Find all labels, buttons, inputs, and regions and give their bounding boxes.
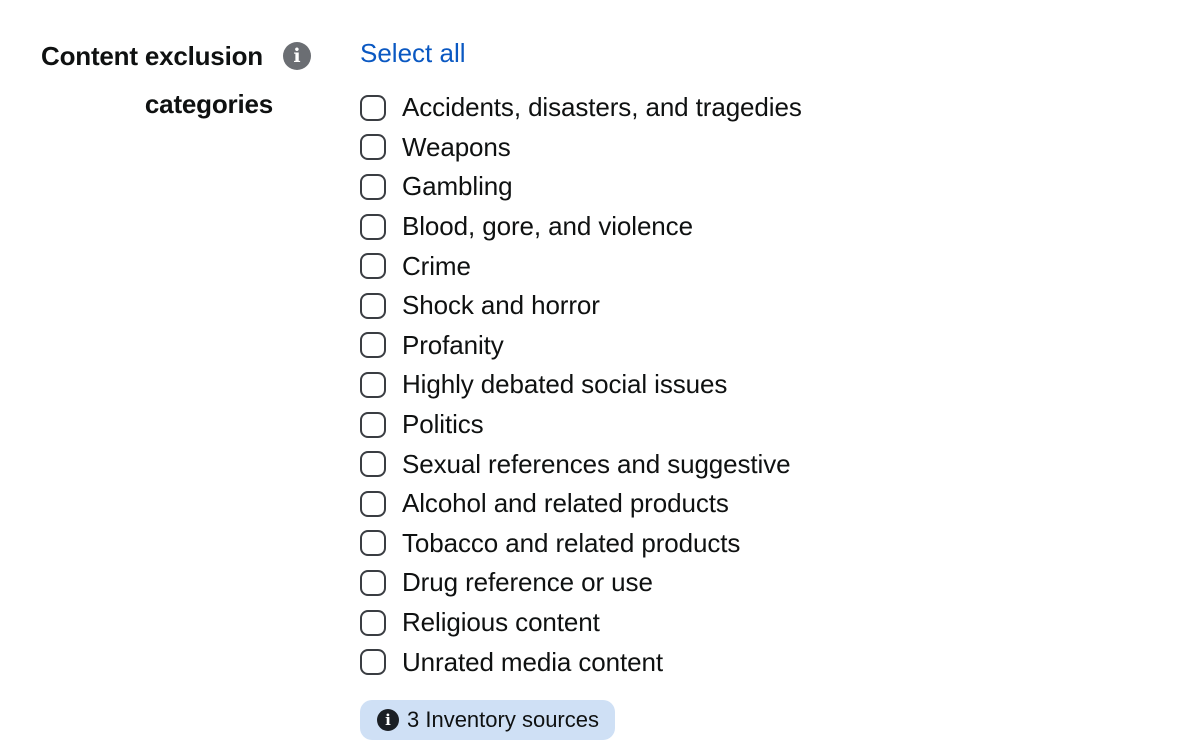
checkbox[interactable] xyxy=(360,569,386,596)
category-label: Shock and horror xyxy=(402,290,600,321)
field-label-line-1: Content exclusion i xyxy=(41,36,311,76)
category-label: Weapons xyxy=(402,131,511,162)
category-option[interactable]: Gambling xyxy=(360,167,802,207)
category-option[interactable]: Politics xyxy=(360,405,802,445)
category-label: Tobacco and related products xyxy=(402,527,741,558)
checkbox[interactable] xyxy=(360,649,386,676)
checkbox[interactable] xyxy=(360,94,386,121)
checkbox[interactable] xyxy=(360,134,386,161)
category-option[interactable]: Religious content xyxy=(360,603,802,643)
info-icon[interactable]: i xyxy=(282,42,311,70)
inventory-sources-badge[interactable]: i 3 Inventory sources xyxy=(360,700,615,740)
checkbox[interactable] xyxy=(360,292,386,319)
category-option[interactable]: Sexual references and suggestive xyxy=(360,444,802,484)
checkbox[interactable] xyxy=(360,451,386,478)
checkbox[interactable] xyxy=(360,253,386,280)
category-label: Unrated media content xyxy=(402,646,663,677)
checkbox[interactable] xyxy=(360,490,386,517)
category-option[interactable]: Drug reference or use xyxy=(360,563,802,603)
category-label: Gambling xyxy=(402,171,513,202)
checkbox[interactable] xyxy=(360,609,386,636)
select-all-link[interactable]: Select all xyxy=(360,34,466,72)
category-option[interactable]: Highly debated social issues xyxy=(360,365,802,405)
category-label: Alcohol and related products xyxy=(402,488,729,519)
category-label: Drug reference or use xyxy=(402,567,653,598)
category-checkbox-list: Accidents, disasters, and tragedies Weap… xyxy=(360,88,802,682)
category-option[interactable]: Blood, gore, and violence xyxy=(360,207,802,247)
category-label: Religious content xyxy=(402,607,600,638)
field-label-text-continued: categories xyxy=(144,88,273,119)
category-option[interactable]: Profanity xyxy=(360,326,802,366)
category-label: Crime xyxy=(402,250,471,281)
category-option[interactable]: Shock and horror xyxy=(360,286,802,326)
checkbox[interactable] xyxy=(360,411,386,438)
field-label-line-2: categories xyxy=(145,84,273,124)
category-label: Accidents, disasters, and tragedies xyxy=(402,92,802,123)
category-label: Profanity xyxy=(402,329,504,360)
category-label: Politics xyxy=(402,409,484,440)
category-option[interactable]: Crime xyxy=(360,246,802,286)
category-label: Sexual references and suggestive xyxy=(402,448,791,479)
info-icon: i xyxy=(377,709,399,731)
category-label: Blood, gore, and violence xyxy=(402,211,693,242)
inventory-sources-text: 3 Inventory sources xyxy=(407,707,599,732)
category-option[interactable]: Accidents, disasters, and tragedies xyxy=(360,88,802,128)
category-option[interactable]: Alcohol and related products xyxy=(360,484,802,524)
field-label-text: Content exclusion xyxy=(41,40,263,71)
checkbox[interactable] xyxy=(360,530,386,557)
checkbox[interactable] xyxy=(360,213,386,240)
category-option[interactable]: Weapons xyxy=(360,128,802,168)
category-option[interactable]: Unrated media content xyxy=(360,642,802,682)
checkbox[interactable] xyxy=(360,371,386,398)
category-label: Highly debated social issues xyxy=(402,369,728,400)
checkbox[interactable] xyxy=(360,173,386,200)
category-option[interactable]: Tobacco and related products xyxy=(360,524,802,564)
checkbox[interactable] xyxy=(360,332,386,359)
